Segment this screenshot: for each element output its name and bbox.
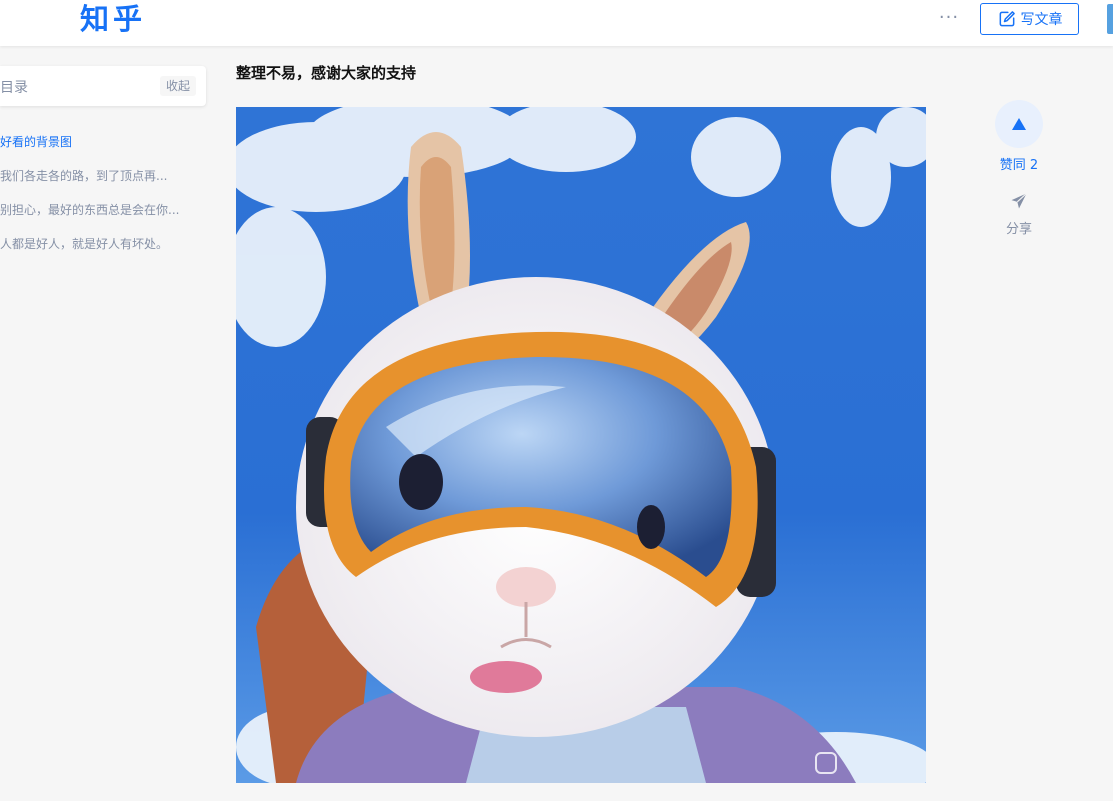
toc-item-good-people[interactable]: 人都是好人，就是好人有坏处。 [0, 230, 179, 264]
write-article-label: 写文章 [1020, 12, 1063, 28]
article-title: 整理不易，感谢大家的支持 [236, 64, 417, 82]
toc-item-background-images[interactable]: 好看的背景图 [0, 128, 179, 162]
write-article-button[interactable]: 写文章 [980, 3, 1079, 35]
toc-item-dont-worry[interactable]: 别担心，最好的东西总是会在你... [0, 196, 179, 230]
share-label[interactable]: 分享 [990, 218, 1048, 237]
toc-list: 好看的背景图 我们各走各的路，到了顶点再... 别担心，最好的东西总是会在你..… [0, 128, 179, 264]
toc-title: 目录 [0, 80, 28, 96]
article-image-bunny-goggles[interactable] [236, 107, 926, 783]
more-options-button[interactable]: ··· [936, 6, 962, 30]
toc-collapse-button[interactable]: 收起 [160, 76, 196, 96]
cropped-avatar[interactable] [1107, 4, 1113, 34]
edit-icon [999, 11, 1015, 27]
toc-item-separate-roads[interactable]: 我们各走各的路，到了顶点再... [0, 162, 179, 196]
triangle-up-icon [1012, 118, 1026, 130]
zhihu-logo[interactable]: 知乎 [80, 0, 146, 38]
upvote-button[interactable] [995, 100, 1043, 148]
toc-header: 目录 收起 [0, 66, 206, 106]
bunny-illustration [236, 107, 926, 783]
paper-plane-share-icon[interactable] [1009, 191, 1029, 211]
top-navbar: 知乎 ··· 写文章 [0, 0, 1113, 46]
upvote-count-label[interactable]: 赞同 2 [990, 154, 1048, 173]
